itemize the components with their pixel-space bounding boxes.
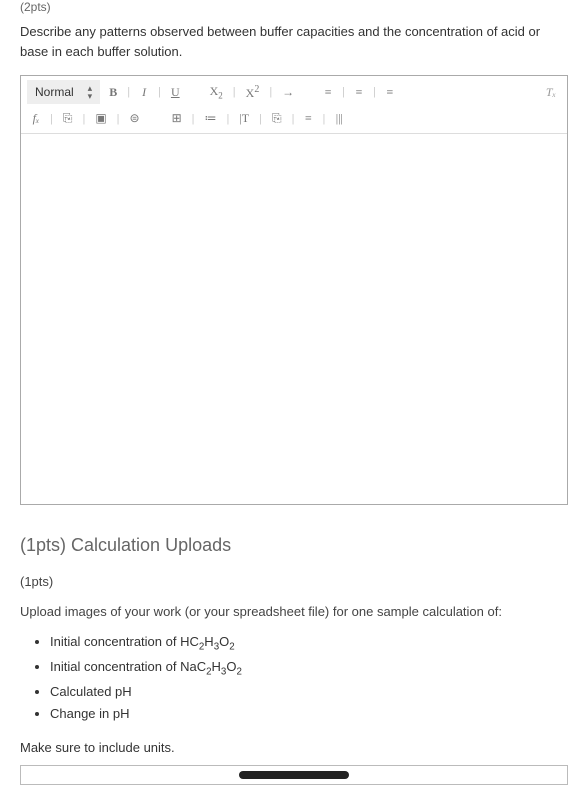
separator: | <box>268 86 273 98</box>
upload-points: (1pts) <box>20 572 568 592</box>
list-item: Calculated pH <box>50 681 568 703</box>
editor-textarea[interactable] <box>21 134 567 504</box>
superscript-button[interactable]: X2 <box>241 81 265 104</box>
list-ordered-button[interactable]: ≡ <box>319 82 337 103</box>
arrow-button[interactable]: → <box>277 82 299 103</box>
separator: | <box>49 113 54 125</box>
editor-toolbar: Normal ▴▾ B | I | U X2 | X2 | → ≡ | ≡ | … <box>21 76 567 134</box>
list-item: Initial concentration of HC2H3O2 <box>50 631 568 656</box>
dropdown-arrows-icon: ▴▾ <box>88 84 93 100</box>
attach-button[interactable]: ⊜ <box>125 108 145 129</box>
separator: | <box>258 113 263 125</box>
list-item: Initial concentration of NaC2H3O2 <box>50 656 568 681</box>
separator: | <box>372 86 377 98</box>
separator: | <box>226 113 231 125</box>
formula-button[interactable]: fₓ <box>27 108 45 129</box>
upload-button[interactable] <box>239 771 349 779</box>
separator: | <box>81 113 86 125</box>
separator: | <box>126 86 131 98</box>
paste-button[interactable]: ⎘ <box>267 108 287 129</box>
rich-text-editor: Normal ▴▾ B | I | U X2 | X2 | → ≡ | ≡ | … <box>20 75 568 505</box>
code-button[interactable]: ||| <box>330 108 348 129</box>
upload-dropzone[interactable] <box>20 765 568 785</box>
upload-intro: Upload images of your work (or your spre… <box>20 602 568 622</box>
list-unordered-button[interactable]: ≡ <box>350 82 368 103</box>
tex-button[interactable]: |T <box>234 108 254 129</box>
image-button[interactable]: ▣ <box>90 108 111 129</box>
separator: | <box>232 86 237 98</box>
separator: | <box>157 86 162 98</box>
toolbar-row-2: fₓ | ⎘ | ▣ | ⊜ ⊞ | ≔ | |T | ⎘ | ≡ | ||| <box>27 108 561 129</box>
bold-button[interactable]: B <box>104 82 122 103</box>
list-item: Change in pH <box>50 703 568 725</box>
units-note: Make sure to include units. <box>20 740 568 755</box>
indent-button[interactable]: ≡ <box>381 82 399 103</box>
section-header: (1pts) Calculation Uploads <box>20 535 568 556</box>
toolbar-row-1: Normal ▴▾ B | I | U X2 | X2 | → ≡ | ≡ | … <box>27 80 561 104</box>
link-button[interactable]: ⎘ <box>58 108 78 129</box>
hr-button[interactable]: ≡ <box>299 108 317 129</box>
clear-format-button[interactable]: Tₓ <box>541 82 561 103</box>
align-button[interactable]: ≔ <box>200 108 222 129</box>
separator: | <box>116 113 121 125</box>
question-points: (2pts) <box>20 0 568 14</box>
separator: | <box>341 86 346 98</box>
table-button[interactable]: ⊞ <box>167 108 187 129</box>
separator: | <box>291 113 296 125</box>
separator: | <box>191 113 196 125</box>
separator: | <box>321 113 326 125</box>
upload-requirements-list: Initial concentration of HC2H3O2 Initial… <box>50 631 568 726</box>
style-dropdown-label: Normal <box>35 85 74 99</box>
question-prompt: Describe any patterns observed between b… <box>20 22 568 61</box>
italic-button[interactable]: I <box>135 82 153 103</box>
style-dropdown[interactable]: Normal ▴▾ <box>27 80 100 104</box>
underline-button[interactable]: U <box>166 82 185 103</box>
subscript-button[interactable]: X2 <box>205 81 228 103</box>
